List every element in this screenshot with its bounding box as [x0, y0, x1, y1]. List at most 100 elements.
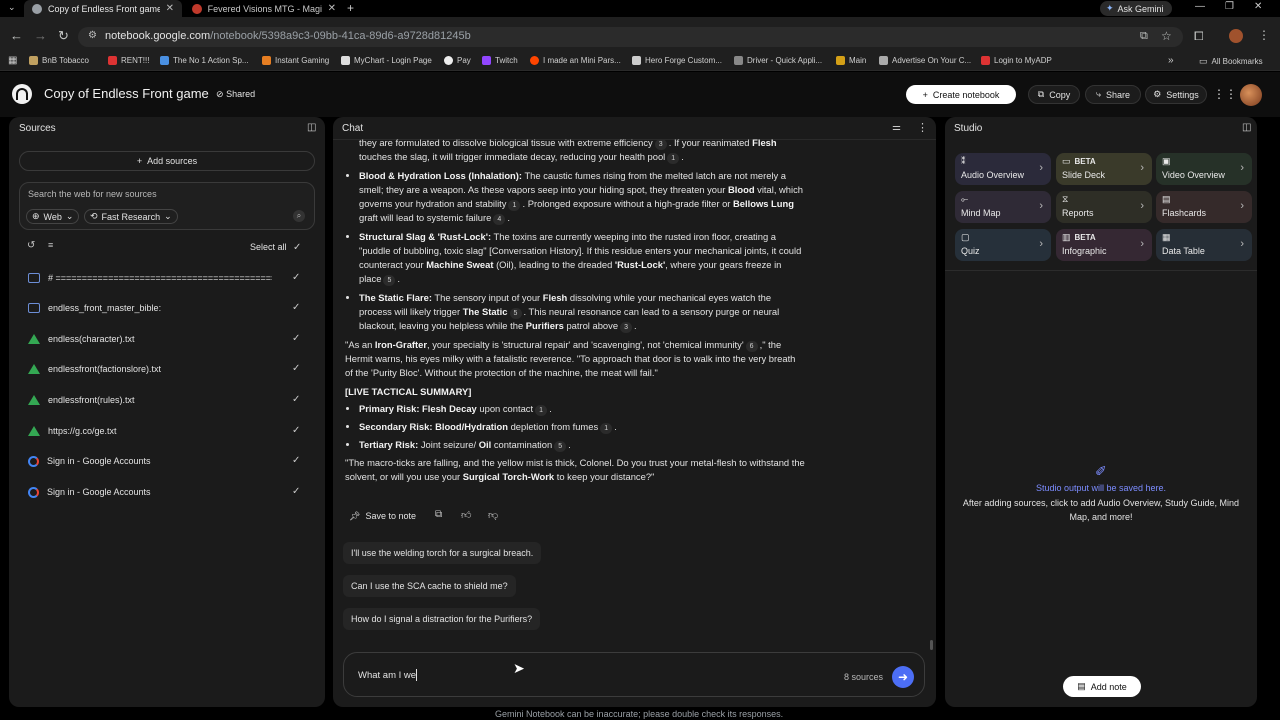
- studio-tile-infographic[interactable]: ▥ BETA Infographic ›: [1056, 229, 1152, 261]
- suggestion-chip[interactable]: Can I use the SCA cache to shield me?: [343, 575, 516, 597]
- suggestion-chip[interactable]: I'll use the welding torch for a surgica…: [343, 542, 542, 564]
- studio-tile-mind-map[interactable]: ⟜ Mind Map ›: [955, 191, 1051, 223]
- thumbs-up-icon[interactable]: 👍︎: [461, 509, 471, 521]
- citation-chip[interactable]: 5: [383, 275, 396, 286]
- bookmark-star-icon[interactable]: ☆: [1161, 29, 1172, 43]
- source-item[interactable]: endlessfront(rules).txt ✓: [28, 391, 304, 409]
- menu-kebab-icon[interactable]: ⋮: [1258, 28, 1270, 42]
- source-checkbox[interactable]: ✓: [292, 273, 302, 283]
- bookmark-item[interactable]: Main: [836, 56, 866, 65]
- extensions-icon[interactable]: ⧠: [1194, 29, 1204, 44]
- bookmark-item[interactable]: MyChart - Login Page: [341, 56, 432, 65]
- source-item[interactable]: # ======================================…: [28, 269, 304, 287]
- citation-chip[interactable]: 1: [600, 423, 613, 434]
- studio-tile-video-overview[interactable]: ▣ Video Overview ›: [1156, 153, 1252, 185]
- studio-tile-audio-overview[interactable]: ⁑ Audio Overview ›: [955, 153, 1051, 185]
- source-checkbox[interactable]: ✓: [292, 487, 302, 497]
- copy-response-icon[interactable]: ⧉: [435, 509, 442, 520]
- citation-chip[interactable]: 6: [745, 341, 758, 352]
- site-info-icon[interactable]: ⚙: [88, 30, 97, 41]
- all-bookmarks[interactable]: ▭ All Bookmarks: [1199, 56, 1263, 67]
- source-checkbox[interactable]: ✓: [292, 364, 302, 374]
- select-all-checkbox[interactable]: ✓: [293, 242, 301, 253]
- maximize-icon[interactable]: ❐: [1225, 1, 1234, 12]
- studio-tile-flashcards[interactable]: ▤ Flashcards ›: [1156, 191, 1252, 223]
- create-notebook-button[interactable]: + Create notebook: [906, 85, 1016, 104]
- reload-icon[interactable]: ↻: [58, 28, 69, 44]
- apps-grid-icon[interactable]: ▦: [8, 55, 17, 66]
- cast-icon[interactable]: ⧉: [1140, 30, 1148, 43]
- bookmark-item[interactable]: Login to MyADP: [981, 56, 1052, 65]
- source-item[interactable]: endlessfront(factionslore).txt ✓: [28, 360, 304, 378]
- citation-chip[interactable]: 3: [620, 322, 633, 333]
- save-to-note-button[interactable]: 📌︎ Save to note: [343, 507, 422, 525]
- copy-button[interactable]: ⧉ Copy: [1028, 85, 1080, 104]
- bookmark-item[interactable]: I made an Mini Pars...: [530, 56, 621, 65]
- source-checkbox[interactable]: ✓: [292, 426, 302, 436]
- thumbs-down-icon[interactable]: 👎︎: [488, 509, 498, 521]
- citation-chip[interactable]: 1: [667, 153, 680, 164]
- close-tab-icon[interactable]: ✕: [166, 3, 174, 14]
- bookmark-item[interactable]: BnB Tobacco: [29, 56, 89, 65]
- minimize-icon[interactable]: —: [1195, 1, 1205, 12]
- bookmark-item[interactable]: The No 1 Action Sp...: [160, 56, 249, 65]
- citation-chip[interactable]: 1: [508, 200, 521, 211]
- new-tab-icon[interactable]: +: [347, 1, 354, 15]
- bookmark-item[interactable]: Advertise On Your C...: [879, 56, 971, 65]
- studio-tile-slide-deck[interactable]: ▭ BETA Slide Deck ›: [1056, 153, 1152, 185]
- undo-icon[interactable]: ↺: [27, 240, 35, 251]
- source-checkbox[interactable]: ✓: [292, 334, 302, 344]
- source-checkbox[interactable]: ✓: [292, 395, 302, 405]
- profile-icon[interactable]: [1229, 29, 1243, 43]
- citation-chip[interactable]: 3: [654, 139, 667, 150]
- close-window-icon[interactable]: ✕: [1254, 1, 1262, 12]
- bookmark-item[interactable]: RENT!!!: [108, 56, 149, 65]
- settings-button[interactable]: ⚙ Settings: [1145, 85, 1207, 104]
- web-source-dropdown[interactable]: ⊕ Web ⌄: [26, 209, 80, 224]
- studio-tile-quiz[interactable]: ▢ Quiz ›: [955, 229, 1051, 261]
- share-button[interactable]: ⤷ Share: [1085, 85, 1141, 104]
- studio-tile-data-table[interactable]: ▦ Data Table ›: [1156, 229, 1252, 261]
- notebooklm-logo-icon[interactable]: [12, 84, 32, 104]
- search-submit-icon[interactable]: ⌕: [293, 210, 305, 222]
- citation-chip[interactable]: 4: [493, 214, 506, 225]
- add-sources-button[interactable]: + Add sources: [19, 151, 315, 171]
- suggestion-chip[interactable]: How do I signal a distraction for the Pu…: [343, 608, 541, 630]
- source-item[interactable]: endless_front_master_bible: ✓: [28, 299, 304, 317]
- url-text[interactable]: notebook.google.com/notebook/5398a9c3-09…: [105, 30, 471, 42]
- bookmark-item[interactable]: Driver - Quick Appli...: [734, 56, 822, 65]
- back-icon[interactable]: ←: [10, 28, 23, 43]
- bookmark-item[interactable]: Instant Gaming: [262, 56, 329, 65]
- source-item[interactable]: Sign in - Google Accounts ✓: [28, 452, 304, 470]
- chat-menu-icon[interactable]: ⋮: [917, 121, 928, 134]
- source-item[interactable]: Sign in - Google Accounts ✓: [28, 483, 304, 501]
- more-bookmarks-icon[interactable]: »: [1168, 55, 1174, 66]
- close-tab-icon[interactable]: ✕: [328, 3, 336, 14]
- citation-chip[interactable]: 5: [554, 441, 567, 452]
- bookmark-item[interactable]: Pay: [444, 56, 471, 65]
- sort-icon[interactable]: ≡: [48, 240, 53, 250]
- ask-gemini-button[interactable]: ✦ Ask Gemini: [1100, 1, 1172, 16]
- web-search-input[interactable]: Search the web for new sources: [28, 189, 157, 199]
- add-note-button[interactable]: ▤ Add note: [1063, 676, 1141, 697]
- forward-icon[interactable]: →: [34, 28, 47, 43]
- send-button[interactable]: ➜: [892, 666, 914, 688]
- source-checkbox[interactable]: ✓: [292, 303, 302, 313]
- notebook-title[interactable]: Copy of Endless Front game: [44, 86, 209, 101]
- tab-search-icon[interactable]: ⌄: [8, 2, 16, 13]
- chat-scrollbar[interactable]: [930, 640, 933, 650]
- browser-tab-notebook[interactable]: Copy of Endless Front game - G ✕: [24, 0, 182, 17]
- apps-grid-icon[interactable]: ⋮⋮: [1213, 87, 1237, 101]
- shared-indicator[interactable]: ⊘ Shared: [216, 89, 255, 100]
- bookmark-item[interactable]: Twitch: [482, 56, 518, 65]
- bookmark-item[interactable]: Hero Forge Custom...: [632, 56, 722, 65]
- citation-chip[interactable]: 5: [509, 308, 522, 319]
- source-checkbox[interactable]: ✓: [292, 456, 302, 466]
- tune-icon[interactable]: ⚌: [892, 122, 901, 133]
- citation-chip[interactable]: 1: [535, 405, 548, 416]
- research-mode-dropdown[interactable]: ⟲ Fast Research ⌄: [84, 209, 178, 224]
- chat-input[interactable]: What am I we: [358, 670, 416, 681]
- avatar[interactable]: [1240, 84, 1262, 106]
- source-item[interactable]: endless(character).txt ✓: [28, 330, 304, 348]
- collapse-panel-icon[interactable]: ◫: [1242, 122, 1251, 133]
